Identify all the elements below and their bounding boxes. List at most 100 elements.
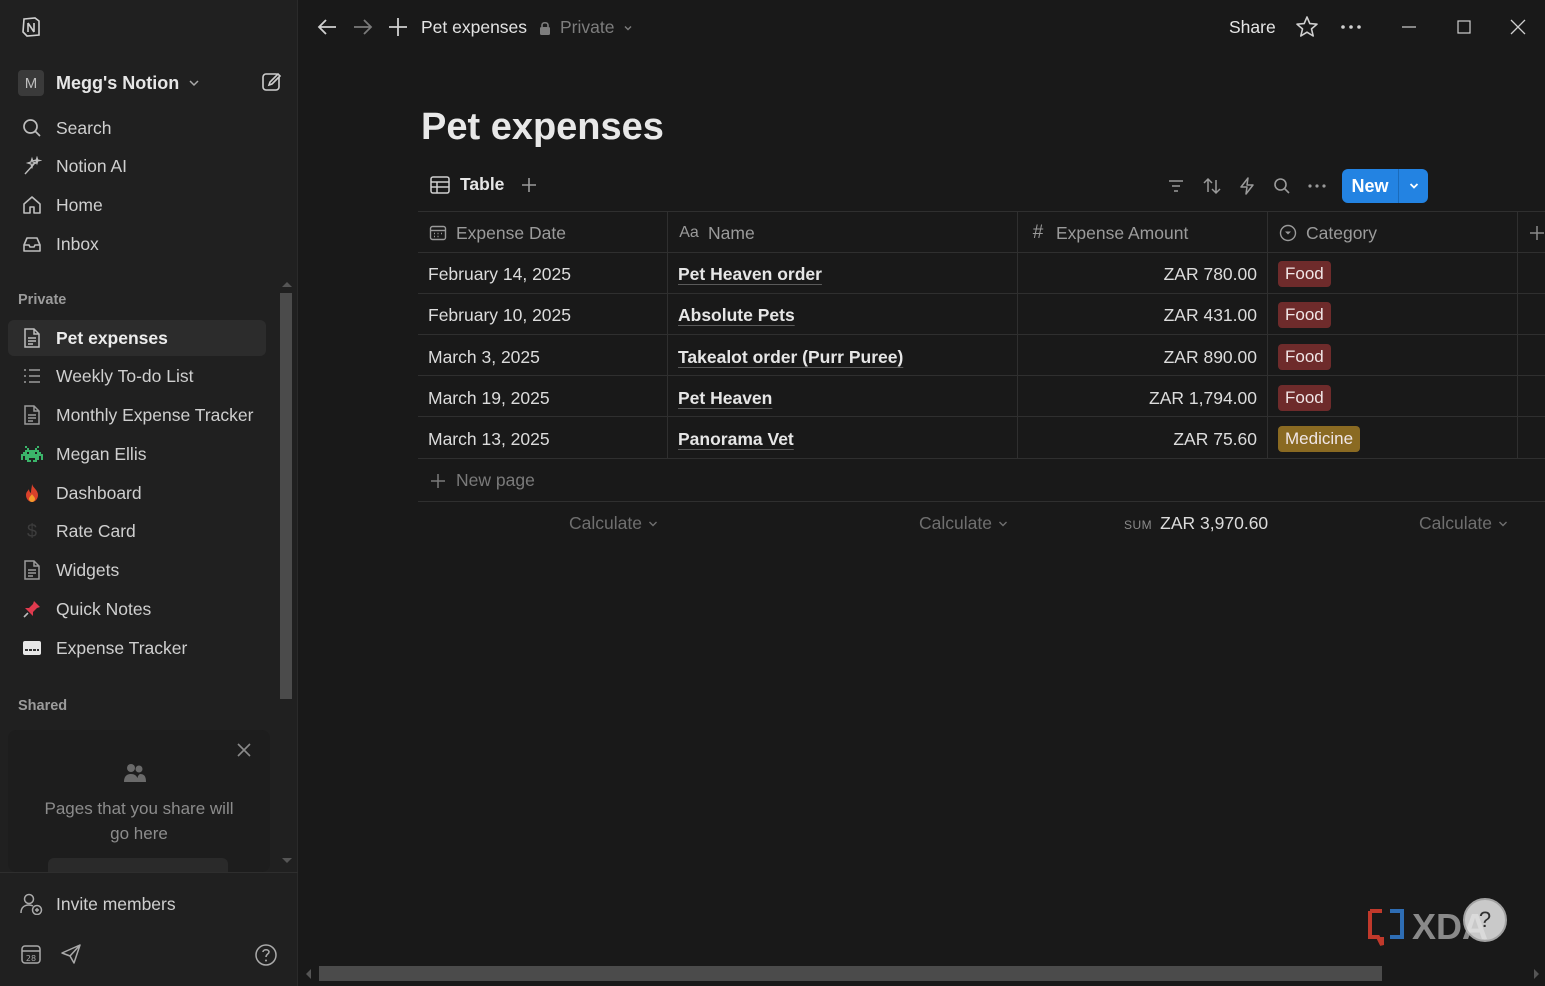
scroll-up-arrow-icon[interactable] (282, 282, 292, 287)
sidebar-item-rate-card[interactable]: $ Rate Card (8, 513, 266, 549)
sidebar-item-megan-ellis[interactable]: Megan Ellis (8, 436, 266, 472)
cell-date[interactable]: March 3, 2025 (428, 347, 540, 371)
calendar-icon (428, 223, 448, 243)
minimize-window-icon[interactable] (1398, 16, 1420, 38)
tab-table[interactable]: Table (460, 174, 504, 195)
cell-name[interactable]: Takealot order (Purr Puree) (678, 347, 903, 371)
automation-lightning-icon[interactable] (1237, 176, 1257, 196)
sidebar-footer-icons: 28 (20, 943, 282, 969)
forward-arrow-icon[interactable] (352, 16, 374, 38)
notion-logo-icon[interactable] (20, 16, 42, 38)
cell-date[interactable]: February 10, 2025 (428, 305, 571, 329)
new-page-row[interactable]: New page (430, 470, 535, 491)
new-tab-plus-icon[interactable] (387, 16, 409, 38)
sidebar-item-monthly-expense-tracker[interactable]: Monthly Expense Tracker (8, 397, 266, 433)
add-view-plus-icon[interactable] (520, 176, 538, 194)
cell-amount[interactable]: ZAR 1,794.00 (1017, 388, 1257, 412)
cell-amount[interactable]: ZAR 75.60 (1017, 429, 1257, 453)
calculate-label: Calculate (919, 513, 992, 533)
category-tag-food[interactable]: Food (1278, 302, 1331, 328)
filter-icon[interactable] (1166, 176, 1186, 196)
horizontal-scrollbar-thumb[interactable] (319, 966, 1382, 981)
cell-amount[interactable]: ZAR 780.00 (1017, 264, 1257, 288)
help-bubble-icon[interactable]: ? (1463, 898, 1507, 942)
sidebar-item-home[interactable]: Home (8, 187, 266, 223)
sum-calculation[interactable]: SUM ZAR 3,970.60 (1124, 513, 1268, 534)
close-icon[interactable] (236, 742, 252, 758)
column-header-expense-date[interactable]: Expense Date (428, 221, 566, 245)
sort-icon[interactable] (1202, 176, 1222, 196)
category-tag-food[interactable]: Food (1278, 261, 1331, 287)
share-button[interactable]: Share (1229, 17, 1276, 38)
new-dropdown[interactable] (1398, 169, 1428, 203)
invite-members-button[interactable]: Invite members (20, 893, 176, 915)
scroll-right-arrow-icon[interactable] (1534, 969, 1539, 979)
help-icon[interactable] (254, 943, 278, 967)
page-title[interactable]: Pet expenses (421, 106, 664, 149)
privacy-selector[interactable]: Private (538, 17, 634, 38)
cell-amount[interactable]: ZAR 431.00 (1017, 305, 1257, 329)
cell-date[interactable]: February 14, 2025 (428, 264, 571, 288)
section-label-private[interactable]: Private (18, 292, 66, 308)
category-tag-food[interactable]: Food (1278, 344, 1331, 370)
sidebar-item-label: Pet expenses (56, 327, 168, 348)
cell-date[interactable]: March 13, 2025 (428, 429, 550, 453)
cell-date[interactable]: March 19, 2025 (428, 388, 550, 412)
more-options-icon[interactable] (1340, 16, 1362, 38)
new-entry-button[interactable]: New (1342, 169, 1428, 203)
sidebar-item-label: Megan Ellis (56, 443, 147, 464)
favorite-star-icon[interactable] (1295, 15, 1319, 39)
start-collaborating-button[interactable] (48, 858, 228, 872)
add-property-plus-icon[interactable] (1530, 225, 1545, 241)
workspace-switcher[interactable]: M Megg's Notion (18, 70, 283, 96)
category-tag-food[interactable]: Food (1278, 385, 1331, 411)
sidebar-item-expense-tracker[interactable]: Expense Tracker (8, 630, 266, 666)
scroll-down-arrow-icon[interactable] (282, 858, 292, 863)
search-icon[interactable] (1272, 176, 1292, 196)
new-page-edit-icon[interactable] (261, 71, 283, 93)
sidebar-item-dashboard[interactable]: Dashboard (8, 475, 266, 511)
back-arrow-icon[interactable] (316, 16, 338, 38)
sidebar-item-search[interactable]: Search (8, 110, 266, 146)
column-header-expense-amount[interactable]: # Expense Amount (1028, 221, 1189, 245)
close-window-icon[interactable] (1507, 16, 1529, 38)
table-border (418, 293, 1545, 294)
card-icon (20, 636, 44, 660)
svg-text:28: 28 (26, 954, 36, 963)
column-header-category[interactable]: Category (1278, 221, 1377, 245)
sidebar-item-widgets[interactable]: Widgets (8, 552, 266, 588)
sidebar-scrollbar-thumb[interactable] (280, 293, 292, 699)
sidebar-item-notion-ai[interactable]: Notion AI (8, 148, 266, 184)
calculate-label: Calculate (1419, 513, 1492, 533)
calendar-app-icon[interactable]: 28 (20, 943, 42, 965)
calculate-category-button[interactable]: Calculate (1419, 513, 1508, 534)
cell-name[interactable]: Absolute Pets (678, 305, 795, 329)
table-border (418, 211, 1545, 212)
privacy-label: Private (560, 17, 615, 37)
cell-name[interactable]: Pet Heaven (678, 388, 772, 412)
send-mail-icon[interactable] (60, 943, 82, 965)
more-options-icon[interactable] (1307, 176, 1327, 196)
shared-empty-text: Pages that you share will go here (44, 799, 234, 843)
breadcrumb[interactable]: Pet expenses (421, 17, 527, 38)
category-tag-medicine[interactable]: Medicine (1278, 426, 1361, 452)
sidebar-item-label: Notion AI (56, 155, 128, 176)
maximize-window-icon[interactable] (1453, 16, 1475, 38)
cell-name[interactable]: Panorama Vet (678, 429, 794, 453)
cell-amount[interactable]: ZAR 890.00 (1017, 347, 1257, 371)
sidebar-item-inbox[interactable]: Inbox (8, 226, 266, 262)
sidebar-item-label: Monthly Expense Tracker (56, 404, 254, 425)
new-button-label[interactable]: New (1342, 169, 1398, 203)
scroll-left-arrow-icon[interactable] (306, 969, 311, 979)
page-icon (20, 403, 44, 427)
sidebar-item-label: Inbox (56, 233, 99, 254)
column-header-name[interactable]: Aa Name (678, 221, 754, 245)
calculate-name-button[interactable]: Calculate (919, 513, 1008, 534)
shared-empty-card: Pages that you share will go here (8, 730, 270, 872)
cell-name[interactable]: Pet Heaven order (678, 264, 822, 288)
section-label-shared[interactable]: Shared (18, 698, 67, 714)
sidebar-item-weekly-todo[interactable]: Weekly To-do List (8, 358, 266, 394)
sidebar-item-pet-expenses[interactable]: Pet expenses (8, 320, 266, 356)
calculate-date-button[interactable]: Calculate (569, 513, 658, 534)
sidebar-item-quick-notes[interactable]: Quick Notes (8, 591, 266, 627)
